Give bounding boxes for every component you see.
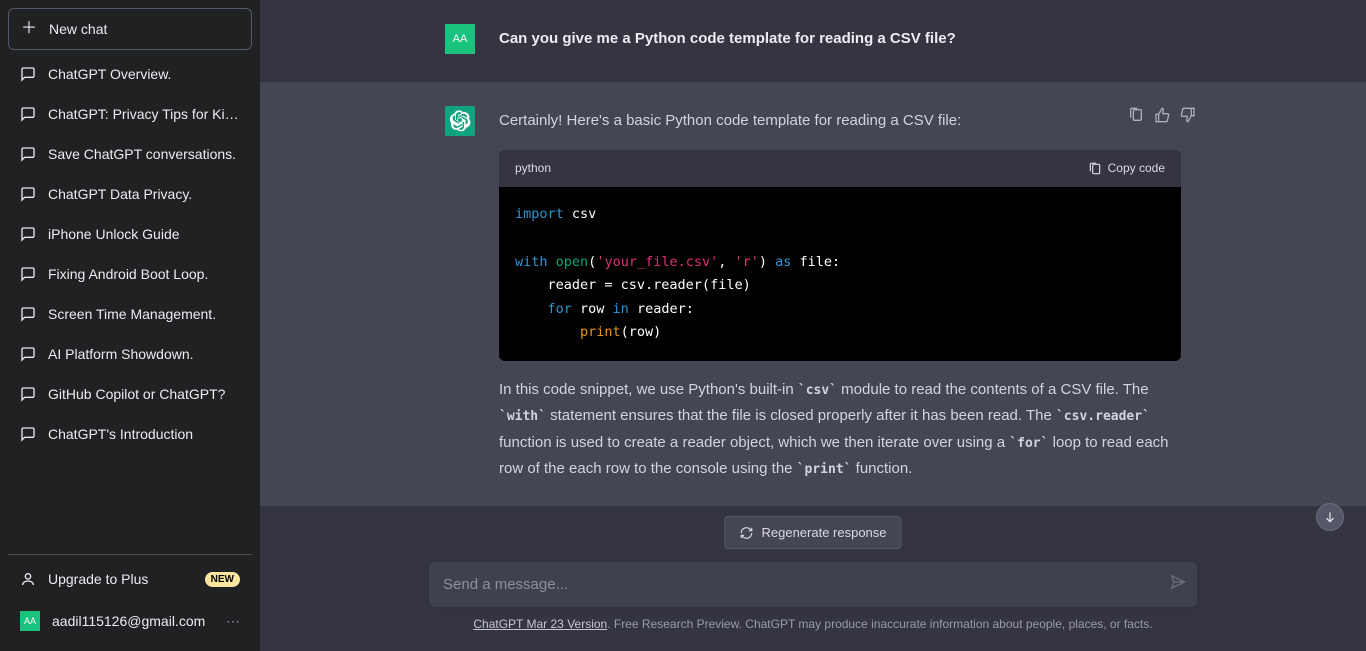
user-message: AA Can you give me a Python code templat… (260, 0, 1366, 82)
sidebar: ＋ New chat ChatGPT Overview. ChatGPT: Pri… (0, 0, 260, 651)
history-label: Fixing Android Boot Loop. (48, 266, 208, 282)
assistant-explanation: In this code snippet, we use Python's bu… (499, 377, 1181, 482)
history-label: ChatGPT Data Privacy. (48, 186, 192, 202)
message-input[interactable] (443, 576, 1167, 593)
chat-bubble-icon (20, 306, 36, 322)
bottom-area: Regenerate response ChatGPT Mar 23 Versi… (260, 550, 1366, 651)
chat-bubble-icon (20, 266, 36, 282)
copy-message-button[interactable] (1127, 106, 1145, 124)
chat-history: ChatGPT Overview. ChatGPT: Privacy Tips f… (8, 54, 252, 554)
sidebar-history-item[interactable]: ChatGPT: Privacy Tips for Kids. (8, 94, 252, 134)
account-email: aadil115126@gmail.com (52, 613, 205, 629)
regenerate-label: Regenerate response (761, 525, 886, 540)
sidebar-history-item[interactable]: Screen Time Management. (8, 294, 252, 334)
sidebar-history-item[interactable]: iPhone Unlock Guide (8, 214, 252, 254)
copy-code-label: Copy code (1108, 158, 1165, 179)
sidebar-history-item[interactable]: AI Platform Showdown. (8, 334, 252, 374)
account-menu[interactable]: AA aadil115126@gmail.com ⋯ (8, 599, 252, 643)
message-actions (1127, 106, 1197, 124)
upgrade-label: Upgrade to Plus (48, 571, 148, 587)
history-label: ChatGPT Overview. (48, 66, 171, 82)
history-label: ChatGPT: Privacy Tips for Kids. (48, 106, 240, 122)
version-link[interactable]: ChatGPT Mar 23 Version (473, 617, 607, 631)
avatar: AA (20, 611, 40, 631)
conversation: AA Can you give me a Python code templat… (260, 0, 1366, 550)
sidebar-history-item[interactable]: ChatGPT Data Privacy. (8, 174, 252, 214)
copy-code-button[interactable]: Copy code (1088, 158, 1165, 179)
sidebar-footer: Upgrade to Plus NEW AA aadil115126@gmail… (8, 554, 252, 643)
chat-bubble-icon (20, 66, 36, 82)
assistant-avatar (445, 106, 475, 136)
send-button[interactable] (1167, 574, 1183, 595)
upgrade-plus-button[interactable]: Upgrade to Plus NEW (8, 559, 252, 599)
main: AA Can you give me a Python code templat… (260, 0, 1366, 651)
chat-bubble-icon (20, 426, 36, 442)
sidebar-history-item[interactable]: ChatGPT Overview. (8, 54, 252, 94)
arrow-down-icon (1323, 510, 1337, 524)
code-body: import csv with open('your_file.csv', 'r… (499, 187, 1181, 361)
code-language: python (515, 158, 551, 179)
history-label: Screen Time Management. (48, 306, 216, 322)
thumbs-down-icon (1180, 107, 1196, 123)
sidebar-history-item[interactable]: Fixing Android Boot Loop. (8, 254, 252, 294)
thumbs-down-button[interactable] (1179, 106, 1197, 124)
user-avatar: AA (445, 24, 475, 54)
new-chat-button[interactable]: ＋ New chat (8, 8, 252, 50)
scroll-to-bottom-button[interactable] (1316, 503, 1344, 531)
clipboard-icon (1128, 107, 1144, 123)
refresh-icon (739, 526, 753, 540)
thumbs-up-icon (1154, 107, 1170, 123)
disclaimer: ChatGPT Mar 23 Version. Free Research Pr… (429, 617, 1197, 631)
chat-bubble-icon (20, 186, 36, 202)
chat-bubble-icon (20, 226, 36, 242)
regenerate-button[interactable]: Regenerate response (724, 516, 901, 549)
thumbs-up-button[interactable] (1153, 106, 1171, 124)
disclaimer-text: . Free Research Preview. ChatGPT may pro… (607, 617, 1152, 631)
clipboard-icon (1088, 162, 1102, 176)
assistant-message: Certainly! Here's a basic Python code te… (260, 82, 1366, 506)
user-message-text: Can you give me a Python code template f… (499, 24, 1181, 54)
assistant-intro: Certainly! Here's a basic Python code te… (499, 108, 1181, 134)
assistant-message-content: Certainly! Here's a basic Python code te… (499, 106, 1181, 482)
message-input-container (429, 562, 1197, 607)
plus-icon: ＋ (21, 21, 37, 37)
new-chat-label: New chat (49, 21, 107, 37)
ellipsis-icon: ⋯ (226, 613, 240, 630)
chat-bubble-icon (20, 346, 36, 362)
user-icon (20, 571, 36, 587)
history-label: ChatGPT's Introduction (48, 426, 193, 442)
sidebar-history-item[interactable]: GitHub Copilot or ChatGPT? (8, 374, 252, 414)
history-label: AI Platform Showdown. (48, 346, 194, 362)
code-block: python Copy code import csv with open('y… (499, 150, 1181, 361)
history-label: Save ChatGPT conversations. (48, 146, 236, 162)
history-label: iPhone Unlock Guide (48, 226, 180, 242)
history-label: GitHub Copilot or ChatGPT? (48, 386, 225, 402)
send-icon (1164, 571, 1187, 594)
chat-bubble-icon (20, 386, 36, 402)
chat-bubble-icon (20, 146, 36, 162)
new-badge: NEW (205, 572, 240, 587)
chat-bubble-icon (20, 106, 36, 122)
sidebar-history-item[interactable]: Save ChatGPT conversations. (8, 134, 252, 174)
sidebar-history-item[interactable]: ChatGPT's Introduction (8, 414, 252, 454)
